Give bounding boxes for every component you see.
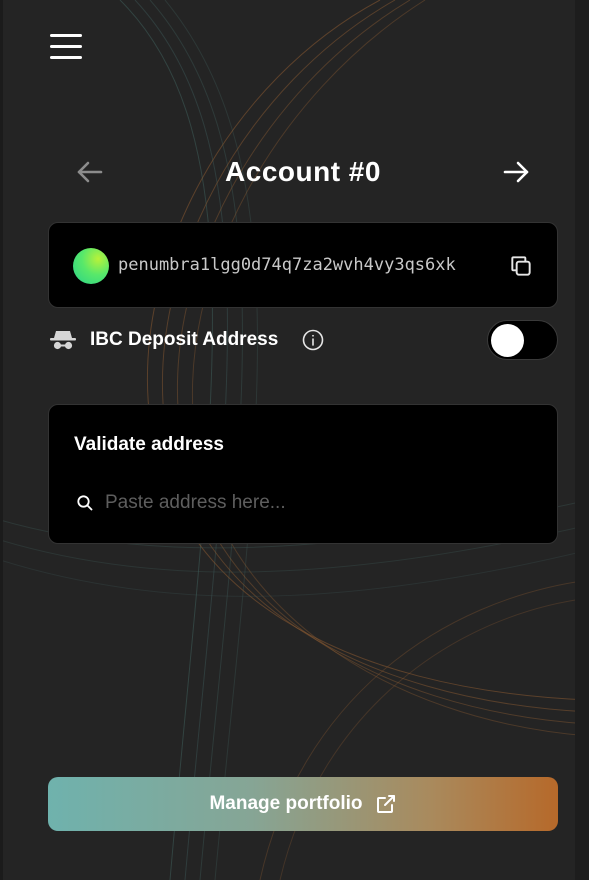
left-edge-strip <box>0 0 3 880</box>
toggle-knob <box>491 324 524 357</box>
ibc-deposit-toggle[interactable] <box>487 320 558 360</box>
address-card: penumbra1lgg0d74q7za2wvh4vy3qs6xk <box>48 222 558 308</box>
arrow-right-icon[interactable] <box>496 154 536 190</box>
info-icon[interactable] <box>302 329 324 351</box>
address-text[interactable]: penumbra1lgg0d74q7za2wvh4vy3qs6xk <box>118 255 484 275</box>
manage-portfolio-label: Manage portfolio <box>209 793 363 814</box>
ibc-deposit-row: IBC Deposit Address <box>48 320 558 360</box>
hamburger-menu-icon[interactable] <box>50 34 82 60</box>
search-icon <box>76 494 94 512</box>
validate-address-input[interactable] <box>105 487 535 519</box>
validate-title: Validate address <box>74 434 224 455</box>
account-switcher: Account #0 <box>48 150 558 194</box>
spy-icon <box>50 329 76 351</box>
copy-icon[interactable] <box>508 253 534 279</box>
ibc-deposit-label: IBC Deposit Address <box>90 329 279 350</box>
validate-address-card: Validate address <box>48 404 558 544</box>
avatar <box>73 248 109 284</box>
account-title: Account #0 <box>225 156 381 187</box>
right-edge-strip <box>575 0 589 880</box>
manage-portfolio-button[interactable]: Manage portfolio <box>48 777 558 831</box>
external-link-icon <box>375 793 397 815</box>
